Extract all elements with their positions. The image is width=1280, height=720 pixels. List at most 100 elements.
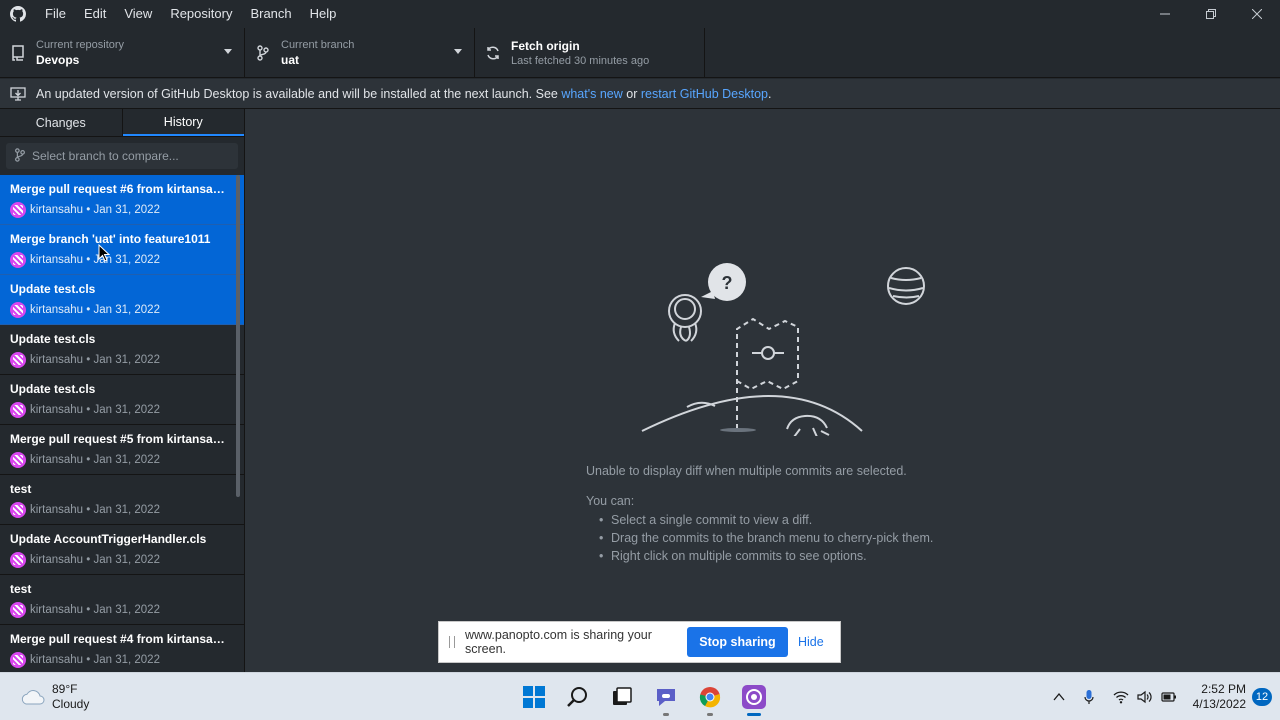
repo-label: Current repository: [36, 39, 125, 51]
menu-edit[interactable]: Edit: [75, 0, 115, 28]
tip-item: Select a single commit to view a diff.: [599, 511, 933, 529]
banner-text-after: .: [767, 86, 772, 101]
commit-row[interactable]: Update AccountTriggerHandler.cls kirtansa…: [0, 525, 244, 575]
stop-sharing-button[interactable]: Stop sharing: [687, 627, 788, 657]
notification-badge[interactable]: 12: [1252, 688, 1272, 706]
github-logo-icon: [0, 0, 36, 28]
app-indicator-active: [747, 713, 761, 716]
sidebar: Changes History Merge pull request #6 fr…: [0, 109, 245, 672]
moon-surface: [641, 395, 863, 432]
avatar: [10, 652, 26, 668]
restart-link[interactable]: restart GitHub Desktop: [641, 87, 768, 101]
svg-text:?: ?: [722, 273, 733, 293]
commit-title: Update test.cls: [10, 382, 96, 396]
commit-row[interactable]: Merge branch 'uat' into feature1011 kirta…: [0, 225, 244, 275]
branch-label: Current branch: [281, 39, 355, 51]
repo-icon: [10, 45, 26, 61]
diff-message: Unable to display diff when multiple com…: [586, 464, 907, 478]
commit-list-scrollbar[interactable]: [236, 175, 240, 497]
menu-view[interactable]: View: [115, 0, 161, 28]
clock[interactable]: 2:52 PM 4/13/2022: [1193, 682, 1246, 712]
restore-button[interactable]: [1188, 0, 1234, 28]
whats-new-link[interactable]: what's new: [561, 87, 622, 101]
commit-row[interactable]: Update test.cls kirtansahu • Jan 31, 2022: [0, 275, 244, 325]
minimize-button[interactable]: [1142, 0, 1188, 28]
commit-title: Merge branch 'uat' into feature1011: [10, 232, 211, 246]
caret-down-icon: [454, 49, 462, 54]
commit-author: kirtansahu • Jan 31, 2022: [30, 204, 160, 216]
close-button[interactable]: [1234, 0, 1280, 28]
commit-author: kirtansahu • Jan 31, 2022: [30, 304, 160, 316]
commit-row[interactable]: Update test.cls kirtansahu • Jan 31, 2022: [0, 375, 244, 425]
commit-meta: kirtansahu • Jan 31, 2022: [10, 352, 234, 368]
commit-author: kirtansahu • Jan 31, 2022: [30, 404, 160, 416]
menu-file[interactable]: File: [36, 0, 75, 28]
commit-meta: kirtansahu • Jan 31, 2022: [10, 402, 234, 418]
fetch-sub: Last fetched 30 minutes ago: [511, 55, 650, 67]
branch-compare-box: [6, 143, 238, 169]
screen-sharing-bar: www.panopto.com is sharing your screen. …: [438, 621, 841, 663]
commit-title: Merge pull request #6 from kirtansah...: [10, 182, 230, 196]
close-icon: [1252, 9, 1262, 19]
branch-compare-input[interactable]: [32, 149, 222, 163]
clock-time: 2:52 PM: [1201, 682, 1246, 696]
sync-icon: [485, 45, 501, 61]
moon-landing-illustration: ?: [641, 263, 925, 436]
commit-title: Update AccountTriggerHandler.cls: [10, 532, 207, 546]
tab-history[interactable]: History: [122, 109, 244, 136]
search-button[interactable]: [556, 681, 600, 713]
commit-title: test: [10, 482, 32, 496]
commit-meta: kirtansahu • Jan 31, 2022: [10, 652, 234, 668]
banner-text-before: An updated version of GitHub Desktop is …: [36, 86, 562, 101]
fetch-origin-button[interactable]: Fetch origin Last fetched 30 minutes ago: [475, 28, 705, 78]
start-button[interactable]: [512, 681, 556, 713]
hide-button[interactable]: Hide: [798, 635, 824, 649]
commit-title: test: [10, 582, 32, 596]
commit-meta: kirtansahu • Jan 31, 2022: [10, 202, 234, 218]
commit-row[interactable]: Merge pull request #5 from kirtansah... k…: [0, 425, 244, 475]
commit-meta: kirtansahu • Jan 31, 2022: [10, 552, 234, 568]
teams-chat-button[interactable]: [644, 681, 688, 716]
commit-row[interactable]: Merge pull request #4 from kirtansah... k…: [0, 625, 244, 672]
menu-help[interactable]: Help: [301, 0, 346, 28]
commit-title: Update test.cls: [10, 282, 96, 296]
commit-row[interactable]: Update test.cls kirtansahu • Jan 31, 2022: [0, 325, 244, 375]
flag-icon: [736, 317, 799, 429]
chrome-button[interactable]: [688, 681, 732, 716]
avatar: [10, 552, 26, 568]
current-branch-button[interactable]: Current branch uat: [245, 28, 475, 78]
app-indicator: [663, 713, 669, 716]
commit-row[interactable]: test kirtansahu • Jan 31, 2022: [0, 475, 244, 525]
task-view-button[interactable]: [600, 681, 644, 713]
commit-meta: kirtansahu • Jan 31, 2022: [10, 302, 234, 318]
commit-meta: kirtansahu • Jan 31, 2022: [10, 252, 234, 268]
avatar: [10, 202, 26, 218]
task-view-icon: [613, 687, 632, 705]
volume-icon[interactable]: [1133, 685, 1157, 709]
commit-meta: kirtansahu • Jan 31, 2022: [10, 602, 234, 618]
you-can-label: You can:: [586, 494, 635, 508]
menu-repository[interactable]: Repository: [161, 0, 241, 28]
tip-item: Right click on multiple commits to see o…: [599, 547, 933, 565]
current-repository-button[interactable]: Current repository Devops: [0, 28, 245, 78]
chat-icon: [657, 689, 675, 706]
microphone-icon[interactable]: [1077, 685, 1101, 709]
caret-down-icon: [224, 49, 232, 54]
window-controls: [1142, 0, 1280, 28]
drag-handle-icon[interactable]: [449, 636, 455, 648]
battery-icon[interactable]: [1157, 685, 1181, 709]
system-tray: 2:52 PM 4/13/2022 12: [1047, 673, 1280, 720]
avatar: [10, 302, 26, 318]
weather-widget[interactable]: 89°F Cloudy: [20, 682, 89, 712]
menu-branch[interactable]: Branch: [241, 0, 300, 28]
commit-row[interactable]: Merge pull request #6 from kirtansah... k…: [0, 175, 244, 225]
commit-author: kirtansahu • Jan 31, 2022: [30, 504, 160, 516]
commit-author: kirtansahu • Jan 31, 2022: [30, 254, 160, 266]
commit-title: Merge pull request #5 from kirtansah...: [10, 432, 230, 446]
chevron-up-icon[interactable]: [1047, 685, 1071, 709]
commit-row[interactable]: test kirtansahu • Jan 31, 2022: [0, 575, 244, 625]
wifi-icon[interactable]: [1109, 685, 1133, 709]
tab-changes[interactable]: Changes: [0, 109, 123, 136]
github-desktop-button[interactable]: [732, 681, 776, 716]
avatar: [10, 602, 26, 618]
